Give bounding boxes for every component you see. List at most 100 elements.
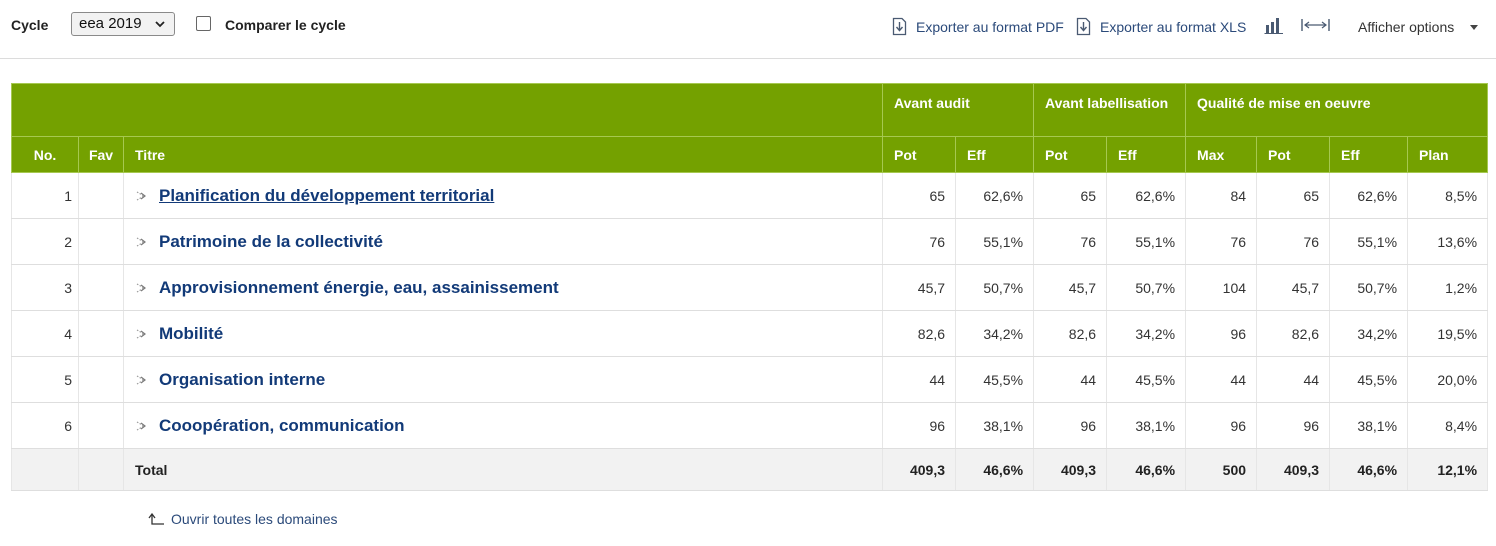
total-empty-no: [11, 448, 79, 491]
q-plan-cell: 1,2%: [1407, 264, 1489, 311]
column-header-row: No. Fav Titre Pot Eff Pot Eff Max Pot Ef…: [11, 136, 1489, 173]
al-pot-cell: 82,6: [1033, 310, 1108, 357]
domain-link[interactable]: Organisation interne: [159, 370, 325, 389]
q-plan-cell: 13,6%: [1407, 218, 1489, 265]
group-header-avant-audit: Avant audit: [882, 83, 1035, 137]
table-row: 1 Planification du développement territo…: [11, 172, 1489, 219]
q-plan-cell: 20,0%: [1407, 356, 1489, 403]
total-row: Total 409,3 46,6% 409,3 46,6% 500 409,3 …: [11, 448, 1489, 491]
column-header-aa-eff[interactable]: Eff: [955, 136, 1035, 173]
q-max-cell: 96: [1185, 402, 1258, 449]
column-header-q-pot[interactable]: Pot: [1256, 136, 1331, 173]
cycle-select-value: eea 2019: [79, 15, 142, 32]
q-eff-cell: 45,5%: [1329, 356, 1409, 403]
total-empty-fav: [78, 448, 124, 491]
row-number: 3: [11, 264, 79, 311]
expander-arrow-icon[interactable]: [135, 190, 149, 202]
title-cell: Approvisionnement énergie, eau, assainis…: [122, 264, 884, 311]
row-number: 1: [11, 172, 79, 219]
row-number: 5: [11, 356, 79, 403]
expander-arrow-icon[interactable]: [135, 420, 149, 432]
total-q-pot: 409,3: [1256, 448, 1331, 491]
caret-down-icon[interactable]: [1470, 25, 1478, 30]
column-header-q-max[interactable]: Max: [1185, 136, 1258, 173]
total-q-max: 500: [1185, 448, 1258, 491]
column-header-aa-pot[interactable]: Pot: [882, 136, 957, 173]
aa-eff-cell: 34,2%: [955, 310, 1035, 357]
expand-width-icon[interactable]: [1301, 18, 1330, 32]
total-aa-pot: 409,3: [882, 448, 957, 491]
table-row: 2 Patrimoine de la collectivité 76 55,1%…: [11, 218, 1489, 265]
q-pot-cell: 82,6: [1256, 310, 1331, 357]
q-pot-cell: 45,7: [1256, 264, 1331, 311]
pdf-download-icon[interactable]: [892, 17, 907, 36]
expander-arrow-icon[interactable]: [135, 328, 149, 340]
row-number: 2: [11, 218, 79, 265]
column-header-q-plan[interactable]: Plan: [1407, 136, 1489, 173]
column-header-al-eff[interactable]: Eff: [1106, 136, 1187, 173]
aa-pot-cell: 65: [882, 172, 957, 219]
al-pot-cell: 96: [1033, 402, 1108, 449]
domain-link[interactable]: Patrimoine de la collectivité: [159, 232, 383, 251]
group-header-empty: [10, 83, 884, 137]
fav-cell[interactable]: [78, 172, 124, 219]
q-pot-cell: 44: [1256, 356, 1331, 403]
total-label: Total: [122, 448, 884, 491]
q-plan-cell: 8,5%: [1407, 172, 1489, 219]
column-header-titre[interactable]: Titre: [122, 136, 884, 173]
domain-link[interactable]: Mobilité: [159, 324, 223, 343]
aa-eff-cell: 50,7%: [955, 264, 1035, 311]
al-pot-cell: 65: [1033, 172, 1108, 219]
title-cell: Planification du développement territori…: [122, 172, 884, 219]
compare-cycle-checkbox[interactable]: [196, 16, 211, 31]
q-max-cell: 96: [1185, 310, 1258, 357]
aa-pot-cell: 45,7: [882, 264, 957, 311]
column-header-al-pot[interactable]: Pot: [1033, 136, 1108, 173]
column-header-no[interactable]: No.: [11, 136, 79, 173]
domain-link[interactable]: Approvisionnement énergie, eau, assainis…: [159, 278, 559, 297]
total-q-plan: 12,1%: [1407, 448, 1489, 491]
total-al-eff: 46,6%: [1106, 448, 1187, 491]
expander-arrow-icon[interactable]: [135, 374, 149, 386]
q-eff-cell: 62,6%: [1329, 172, 1409, 219]
fav-cell[interactable]: [78, 402, 124, 449]
expander-arrow-icon[interactable]: [135, 282, 149, 294]
fav-cell[interactable]: [78, 218, 124, 265]
expander-arrow-icon[interactable]: [135, 236, 149, 248]
domain-link[interactable]: Planification du développement territori…: [159, 186, 494, 205]
aa-pot-cell: 82,6: [882, 310, 957, 357]
options-toggle[interactable]: Afficher options: [1358, 19, 1454, 35]
title-cell: Cooopération, communication: [122, 402, 884, 449]
open-all-domains-link[interactable]: Ouvrir toutes les domaines: [171, 511, 338, 527]
title-cell: Organisation interne: [122, 356, 884, 403]
q-pot-cell: 65: [1256, 172, 1331, 219]
return-arrow-icon[interactable]: [147, 513, 165, 526]
total-aa-eff: 46,6%: [955, 448, 1035, 491]
aa-eff-cell: 62,6%: [955, 172, 1035, 219]
group-header-avant-labellisation: Avant labellisation: [1033, 83, 1187, 137]
fav-cell[interactable]: [78, 264, 124, 311]
al-pot-cell: 45,7: [1033, 264, 1108, 311]
aa-eff-cell: 38,1%: [955, 402, 1035, 449]
export-pdf-link[interactable]: Exporter au format PDF: [916, 19, 1064, 35]
al-eff-cell: 45,5%: [1106, 356, 1187, 403]
export-xls-link[interactable]: Exporter au format XLS: [1100, 19, 1246, 35]
q-max-cell: 84: [1185, 172, 1258, 219]
row-number: 4: [11, 310, 79, 357]
al-eff-cell: 50,7%: [1106, 264, 1187, 311]
q-pot-cell: 96: [1256, 402, 1331, 449]
xls-download-icon[interactable]: [1076, 17, 1091, 36]
domain-link[interactable]: Cooopération, communication: [159, 416, 405, 435]
q-pot-cell: 76: [1256, 218, 1331, 265]
column-header-fav[interactable]: Fav: [78, 136, 124, 173]
title-cell: Patrimoine de la collectivité: [122, 218, 884, 265]
fav-cell[interactable]: [78, 310, 124, 357]
total-al-pot: 409,3: [1033, 448, 1108, 491]
bar-chart-icon[interactable]: [1264, 17, 1284, 34]
cycle-select[interactable]: eea 2019: [71, 12, 175, 36]
column-header-q-eff[interactable]: Eff: [1329, 136, 1409, 173]
title-cell: Mobilité: [122, 310, 884, 357]
al-eff-cell: 34,2%: [1106, 310, 1187, 357]
aa-eff-cell: 45,5%: [955, 356, 1035, 403]
fav-cell[interactable]: [78, 356, 124, 403]
